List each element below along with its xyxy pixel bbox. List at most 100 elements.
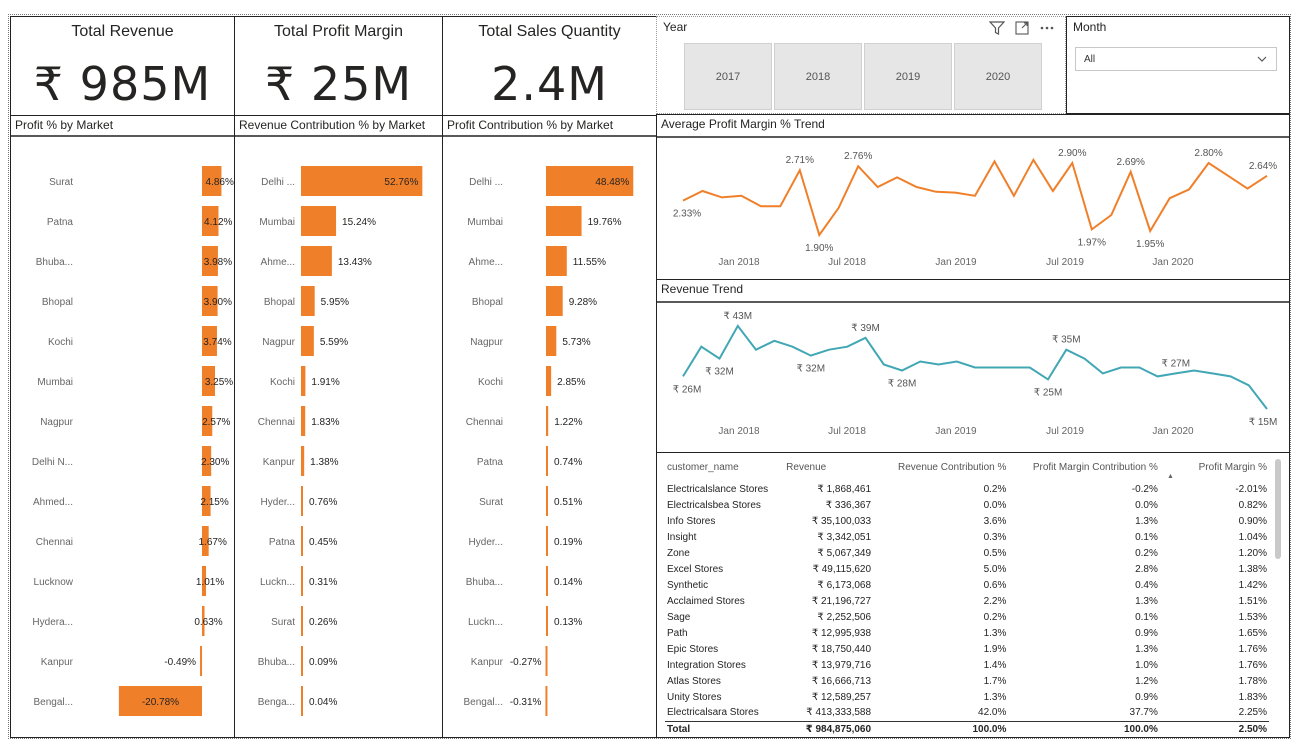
bar[interactable]: [301, 606, 303, 636]
column-header-revenue-contribution[interactable]: Revenue Contribution %: [875, 459, 1008, 481]
kpi-card-total-revenue[interactable]: Total Revenue ₹ 985M: [10, 16, 235, 116]
month-dropdown[interactable]: All: [1075, 47, 1277, 71]
focus-mode-icon[interactable]: [1015, 21, 1029, 35]
revenue-trend-chart[interactable]: Revenue Trend ₹ 26M ₹ 32M ₹ 43M ₹ 32M ₹ 39M ₹…: [656, 279, 1290, 453]
category-label: Kanpur: [263, 457, 296, 468]
column-header-revenue[interactable]: Revenue: [784, 459, 875, 481]
table-cell: 1.3%: [983, 627, 1007, 639]
bar[interactable]: [301, 406, 306, 436]
column-header-profit-margin[interactable]: Profit Margin %: [1160, 459, 1269, 481]
table-scrollbar[interactable]: [1275, 459, 1281, 559]
bar[interactable]: [301, 646, 303, 676]
category-label: Surat: [271, 617, 295, 628]
bar[interactable]: [546, 526, 548, 556]
category-label: Delhi N...: [32, 457, 73, 468]
bar[interactable]: [546, 486, 548, 516]
table-cell: Info Stores: [667, 515, 716, 527]
data-label: 1.01%: [196, 577, 224, 588]
bar[interactable]: [546, 326, 557, 356]
table-cell: 0.82%: [1238, 499, 1267, 511]
table-row[interactable]: Electricalslance Stores ₹ 1,868,461 0.2% -0…: [665, 481, 1269, 497]
bar[interactable]: [301, 446, 305, 476]
table-row[interactable]: Unity Stores ₹ 12,589,257 1.3% 0.9% 1.83%: [665, 689, 1269, 705]
data-label: 19.76%: [588, 217, 622, 228]
table-cell: 1.3%: [983, 691, 1007, 703]
table-row[interactable]: Zone ₹ 5,067,349 0.5% 0.2% 1.20%: [665, 545, 1269, 561]
bar[interactable]: [546, 206, 582, 236]
bar[interactable]: [200, 646, 203, 676]
table-row[interactable]: Sage ₹ 2,252,506 0.2% 0.1% 1.53%: [665, 609, 1269, 625]
profit-margin-line: 2.33% 2.71% 1.90% 2.76% 2.90% 1.97% 2.69% 1.95%…: [657, 136, 1289, 268]
table-row[interactable]: Insight ₹ 3,342,051 0.3% 0.1% 1.04%: [665, 529, 1269, 545]
kpi-card-total-profit-margin[interactable]: Total Profit Margin ₹ 25M: [234, 16, 443, 116]
bar[interactable]: [301, 566, 303, 596]
profit-pct-by-market-chart[interactable]: Profit % by Market Surat 4.86% Patna 4.12% B…: [10, 115, 235, 738]
category-label: Benga...: [258, 697, 295, 708]
bar[interactable]: [301, 526, 303, 556]
bar[interactable]: [546, 606, 548, 636]
bar[interactable]: [301, 246, 332, 276]
bar[interactable]: [545, 646, 548, 676]
bar[interactable]: [301, 326, 314, 356]
category-label: Nagpur: [40, 417, 73, 428]
table-cell: 1.4%: [983, 659, 1007, 671]
x-tick-label: Jul 2018: [828, 257, 866, 268]
bar[interactable]: [545, 686, 548, 716]
year-tile-2020[interactable]: 2020: [954, 43, 1042, 110]
data-label: 1.91%: [311, 377, 339, 388]
table-cell: Zone: [667, 547, 690, 559]
table-row[interactable]: Excel Stores ₹ 49,115,620 5.0% 2.8% 1.38%: [665, 561, 1269, 577]
bar[interactable]: [546, 446, 548, 476]
table-cell: ₹ 49,115,620: [812, 563, 872, 575]
bar[interactable]: [301, 686, 303, 716]
bar[interactable]: [546, 366, 552, 396]
table-cell: 3.6%: [983, 515, 1007, 527]
filter-icon[interactable]: [989, 21, 1005, 35]
bar[interactable]: [301, 286, 315, 316]
category-label: Nagpur: [262, 337, 295, 348]
table-row[interactable]: Atlas Stores ₹ 16,666,713 1.7% 1.2% 1.78%: [665, 673, 1269, 689]
data-label: 52.76%: [384, 177, 418, 188]
customer-table[interactable]: customer_name Revenue Revenue Contributi…: [656, 452, 1290, 738]
data-label: 0.74%: [554, 457, 582, 468]
table-cell: 1.76%: [1238, 643, 1267, 655]
table-row[interactable]: Acclaimed Stores ₹ 21,196,727 2.2% 1.3% 1.51…: [665, 593, 1269, 609]
avg-profit-margin-trend-chart[interactable]: Average Profit Margin % Trend 2.33% 2.71%…: [656, 114, 1290, 280]
year-tile-2019[interactable]: 2019: [864, 43, 952, 110]
year-slicer[interactable]: Year 2017 2018 2019 2020: [656, 16, 1066, 114]
data-label: 2.15%: [200, 497, 228, 508]
column-header-customer-name[interactable]: customer_name: [665, 459, 784, 481]
table-row[interactable]: Info Stores ₹ 35,100,033 3.6% 1.3% 0.90%: [665, 513, 1269, 529]
table-row[interactable]: Integration Stores ₹ 13,979,716 1.4% 1.0% 1.…: [665, 657, 1269, 673]
bar[interactable]: [546, 406, 549, 436]
column-header-profit-margin-contribution[interactable]: Profit Margin Contribution %: [1008, 459, 1160, 481]
profit-contribution-by-market-chart[interactable]: Profit Contribution % by Market Delhi ..…: [442, 115, 657, 738]
year-tile-2017[interactable]: 2017: [684, 43, 772, 110]
table-row[interactable]: Epic Stores ₹ 18,750,440 1.9% 1.3% 1.76%: [665, 641, 1269, 657]
table-row[interactable]: Synthetic ₹ 6,173,068 0.6% 0.4% 1.42%: [665, 577, 1269, 593]
bar[interactable]: [546, 246, 567, 276]
table-row[interactable]: Electricalsara Stores ₹ 413,333,588 42.0% 3…: [665, 705, 1269, 721]
series-line[interactable]: [682, 157, 1268, 238]
table-row[interactable]: Path ₹ 12,995,938 1.3% 0.9% 1.65%: [665, 625, 1269, 641]
table-cell: Synthetic: [667, 579, 709, 591]
table-cell: ₹ 5,067,349: [817, 547, 872, 559]
revenue-contribution-by-market-chart[interactable]: Revenue Contribution % by Market Delhi .…: [234, 115, 443, 738]
category-label: Delhi ...: [469, 177, 503, 188]
x-tick-label: Jul 2019: [1046, 426, 1084, 437]
table-total-row[interactable]: Total ₹ 984,875,060 100.0% 100.0% 2.50%: [665, 720, 1269, 737]
month-slicer[interactable]: Month All: [1066, 16, 1290, 114]
bar[interactable]: [301, 366, 306, 396]
bar[interactable]: [301, 206, 337, 236]
table-cell: 1.83%: [1238, 691, 1267, 703]
table-row[interactable]: Electricalsbea Stores ₹ 336,367 0.0% 0.0% 0.…: [665, 497, 1269, 513]
more-options-icon[interactable]: [1039, 21, 1055, 35]
category-label: Hydera...: [32, 617, 73, 628]
table-cell: 0.5%: [983, 547, 1007, 559]
bar[interactable]: [546, 566, 548, 596]
bar[interactable]: [301, 486, 303, 516]
bar[interactable]: [546, 286, 563, 316]
kpi-card-total-sales-quantity[interactable]: Total Sales Quantity 2.4M: [442, 16, 657, 116]
table-cell: Total: [665, 720, 785, 737]
year-tile-2018[interactable]: 2018: [774, 43, 862, 110]
